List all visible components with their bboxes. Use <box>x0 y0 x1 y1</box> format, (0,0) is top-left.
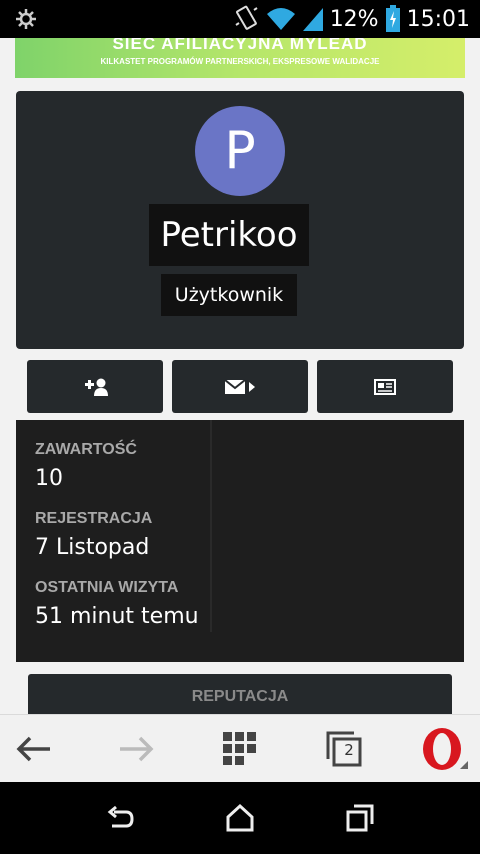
avatar[interactable]: P <box>195 106 285 196</box>
last-visit-label: OSTATNIA WIZYTA <box>35 579 179 596</box>
system-back-icon[interactable] <box>104 802 136 834</box>
user-posts-button[interactable] <box>317 360 453 413</box>
battery-percent: 12% <box>329 6 379 32</box>
content-label: ZAWARTOŚĆ <box>35 441 137 458</box>
profile-card: P Petrikoo Użytkownik <box>16 91 464 349</box>
forward-arrow-icon[interactable] <box>116 729 156 769</box>
profile-actions <box>27 360 453 413</box>
username: Petrikoo <box>149 204 309 266</box>
browser-toolbar: 2 <box>0 714 480 783</box>
status-bar: 12% 15:01 <box>0 0 480 38</box>
registration-label: REJESTRACJA <box>35 510 153 527</box>
banner-subtitle: KILKASTET PROGRAMÓW PARTNERSKICH, EKSPRE… <box>100 57 380 66</box>
back-arrow-icon[interactable] <box>14 729 54 769</box>
reputation-button[interactable]: REPUTACJA <box>28 674 452 714</box>
tabs-button[interactable]: 2 <box>324 729 364 769</box>
newspaper-icon <box>374 378 396 395</box>
profile-stats: ZAWARTOŚĆ 10 REJESTRACJA 7 Listopad OSTA… <box>16 420 464 662</box>
add-friend-button[interactable] <box>27 360 163 413</box>
content-value: 10 <box>35 466 63 491</box>
recents-icon[interactable] <box>344 802 376 834</box>
send-message-button[interactable] <box>172 360 308 413</box>
system-navigation-bar <box>0 782 480 854</box>
clock: 15:01 <box>406 6 470 32</box>
speed-dial-icon[interactable] <box>220 729 260 769</box>
wifi-icon <box>266 8 295 30</box>
user-role-badge: Użytkownik <box>161 274 297 316</box>
signal-icon <box>302 8 323 31</box>
profile-page: SIEĆ AFILIACYJNA MYLEAD KILKASTET PROGRA… <box>0 38 480 714</box>
send-message-icon <box>224 378 255 394</box>
battery-icon <box>385 5 400 32</box>
ad-banner[interactable]: SIEĆ AFILIACYJNA MYLEAD KILKASTET PROGRA… <box>15 38 465 78</box>
stats-column: ZAWARTOŚĆ 10 REJESTRACJA 7 Listopad OSTA… <box>16 420 212 632</box>
tabs-count: 2 <box>344 741 354 759</box>
opera-menu-icon[interactable] <box>420 725 470 775</box>
registration-value: 7 Listopad <box>35 535 150 560</box>
vibrate-icon <box>235 5 258 30</box>
settings-wheel-icon <box>16 9 36 29</box>
banner-title: SIEĆ AFILIACYJNA MYLEAD <box>112 38 368 53</box>
add-friend-icon <box>85 378 108 396</box>
last-visit-value: 51 minut temu <box>35 604 199 629</box>
home-icon[interactable] <box>224 802 256 834</box>
